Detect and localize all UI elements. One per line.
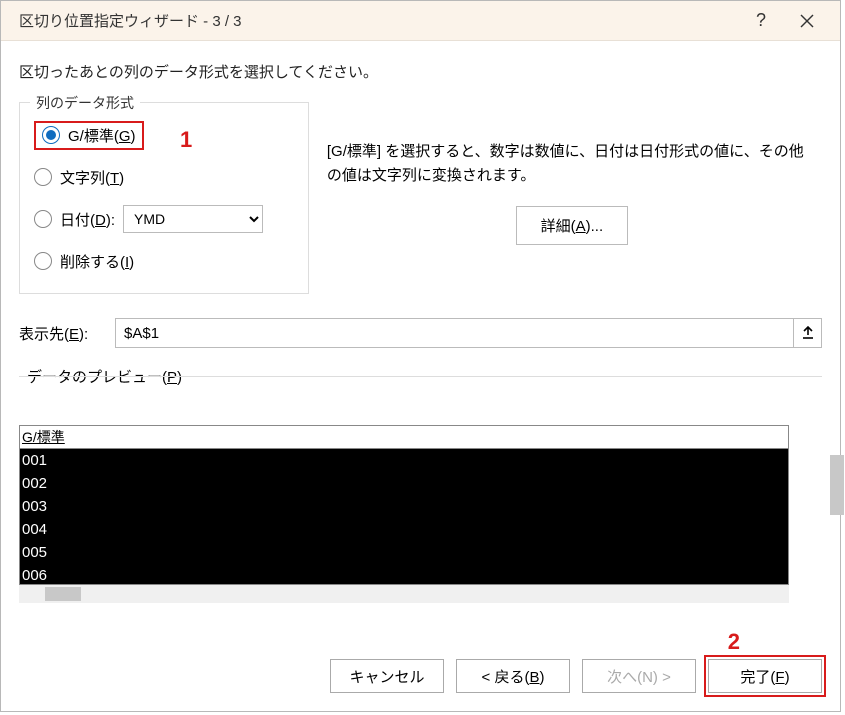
horizontal-scrollbar[interactable] xyxy=(19,585,789,603)
preview-box: G/標準 001 002 003 004 005 006 xyxy=(19,425,789,585)
destination-label: 表示先(E): xyxy=(19,323,115,344)
column-format-fieldset: 列のデータ形式 G/標準(G) 1 文字列(T) 日付(D): xyxy=(19,102,309,294)
advanced-button[interactable]: 詳細(A)... xyxy=(516,206,629,245)
annotation-2: 2 xyxy=(728,629,740,655)
preview-row: 004 xyxy=(22,518,786,541)
preview-row: 001 xyxy=(22,449,786,472)
annotation-1: 1 xyxy=(180,127,192,153)
vertical-scrollbar[interactable] xyxy=(830,455,844,515)
radio-text[interactable] xyxy=(34,168,52,186)
dialog-title: 区切り位置指定ウィザード - 3 / 3 xyxy=(19,10,738,31)
preview-data: 001 002 003 004 005 006 xyxy=(20,449,788,585)
next-button: 次へ(N) > xyxy=(582,659,696,693)
scrollbar-thumb[interactable] xyxy=(45,587,81,601)
collapse-icon xyxy=(801,326,815,340)
preview-section: データのプレビュー(P) G/標準 001 002 003 004 005 00… xyxy=(19,376,822,603)
description-panel: [G/標準] を選択すると、数字は数値に、日付は日付形式の値に、その他の値は文字… xyxy=(327,102,817,245)
button-row: キャンセル < 戻る(B) 次へ(N) > 完了(F) xyxy=(330,659,822,693)
finish-button[interactable]: 完了(F) xyxy=(708,659,822,693)
destination-row: 表示先(E): xyxy=(19,318,822,348)
annotation-box-1: G/標準(G) xyxy=(34,121,144,150)
back-button[interactable]: < 戻る(B) xyxy=(456,659,570,693)
close-icon xyxy=(800,14,814,28)
radio-date-label[interactable]: 日付(D): xyxy=(60,209,115,230)
close-button[interactable] xyxy=(784,1,830,41)
wizard-dialog: 区切り位置指定ウィザード - 3 / 3 ? 区切ったあとの列のデータ形式を選択… xyxy=(0,0,841,712)
radio-skip-label[interactable]: 削除する(I) xyxy=(60,251,134,272)
titlebar: 区切り位置指定ウィザード - 3 / 3 ? xyxy=(1,1,840,41)
help-button[interactable]: ? xyxy=(738,1,784,41)
radio-general[interactable] xyxy=(42,126,60,144)
format-description: [G/標準] を選択すると、数字は数値に、日付は日付形式の値に、その他の値は文字… xyxy=(327,140,817,188)
radio-general-label[interactable]: G/標準(G) xyxy=(68,125,136,146)
preview-row: 003 xyxy=(22,495,786,518)
dialog-content: 区切ったあとの列のデータ形式を選択してください。 列のデータ形式 G/標準(G)… xyxy=(1,41,840,613)
preview-row: 002 xyxy=(22,472,786,495)
preview-row: 006 xyxy=(22,564,786,585)
radio-date[interactable] xyxy=(34,210,52,228)
date-format-select[interactable]: YMD xyxy=(123,205,263,233)
radio-text-label[interactable]: 文字列(T) xyxy=(60,167,124,188)
destination-input[interactable] xyxy=(115,318,794,348)
cancel-button[interactable]: キャンセル xyxy=(330,659,444,693)
collapse-dialog-button[interactable] xyxy=(794,318,822,348)
radio-skip[interactable] xyxy=(34,252,52,270)
preview-column-header[interactable]: G/標準 xyxy=(20,426,788,449)
preview-row: 005 xyxy=(22,541,786,564)
instruction-text: 区切ったあとの列のデータ形式を選択してください。 xyxy=(19,61,822,82)
fieldset-legend: 列のデータ形式 xyxy=(30,93,140,113)
